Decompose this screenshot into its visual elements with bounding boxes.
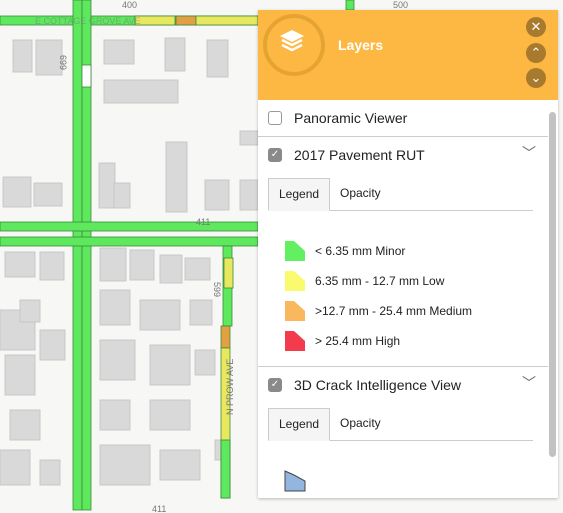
legend-label: >12.7 mm - 25.4 mm Medium xyxy=(315,304,473,318)
swatch-low xyxy=(285,271,305,291)
map-label-599: 599 xyxy=(212,282,222,297)
tab-legend[interactable]: Legend xyxy=(268,178,331,211)
layer-panoramic-viewer[interactable]: Panoramic Viewer xyxy=(258,100,548,136)
chevron-down-icon[interactable]: ﹀ xyxy=(522,143,536,163)
tab-opacity[interactable]: Opacity xyxy=(330,408,391,439)
map-label-500: 500 xyxy=(393,0,408,10)
layer-pavement-rut[interactable]: ✓ 2017 Pavement RUT ﹀ xyxy=(258,137,548,173)
map-label-cottage-grove: E COTTAGE GROVE AVE xyxy=(35,16,141,26)
legend-label: > 25.4 mm High xyxy=(315,334,401,348)
swatch-high xyxy=(285,331,305,351)
map-label-411: 411 xyxy=(196,217,210,227)
layer-checkbox[interactable]: ✓ xyxy=(268,378,282,392)
swatch-crack xyxy=(284,470,306,492)
expand-down-button[interactable]: ⌄ xyxy=(526,68,546,88)
layer-label: 3D Crack Intelligence View xyxy=(294,377,462,393)
collapse-up-button[interactable]: ⌃ xyxy=(526,43,546,63)
buildings xyxy=(0,37,259,486)
layers-icon xyxy=(280,30,304,52)
chevron-down-icon[interactable]: ﹀ xyxy=(522,373,536,393)
tab-legend[interactable]: Legend xyxy=(268,408,331,441)
panel-scrollbar[interactable] xyxy=(548,100,558,498)
layer-label: 2017 Pavement RUT xyxy=(294,147,425,163)
layer-checkbox[interactable]: ✓ xyxy=(268,148,282,162)
map-label-400: 400 xyxy=(122,0,137,10)
crack-tabs: Legend Opacity xyxy=(268,408,533,441)
layers-panel: Layers ✕ ⌃ ⌄ Panoramic Viewer ✓ 2017 Pav… xyxy=(258,10,558,498)
legend-label: < 6.35 mm Minor xyxy=(315,244,406,258)
map-label-n-prow-ave: N PROW AVE xyxy=(225,359,235,415)
map-label-411-bottom: 411 xyxy=(152,504,166,513)
panel-header: Layers ✕ ⌃ ⌄ xyxy=(258,10,558,100)
close-button[interactable]: ✕ xyxy=(526,17,546,37)
layer-3d-crack[interactable]: ✓ 3D Crack Intelligence View ﹀ xyxy=(258,367,548,403)
swatch-medium xyxy=(285,301,305,321)
layer-label: Panoramic Viewer xyxy=(294,110,408,126)
map-label-699: 699 xyxy=(58,55,68,70)
rut-tabs: Legend Opacity xyxy=(268,178,533,211)
scrollbar-thumb[interactable] xyxy=(549,112,556,457)
layer-checkbox[interactable] xyxy=(268,111,282,125)
layer-list: Panoramic Viewer ✓ 2017 Pavement RUT ﹀ L… xyxy=(258,100,548,498)
legend-label: 6.35 mm - 12.7 mm Low xyxy=(315,274,445,288)
panel-title: Layers xyxy=(338,37,384,53)
swatch-minor xyxy=(285,241,305,261)
tab-opacity[interactable]: Opacity xyxy=(330,178,391,209)
